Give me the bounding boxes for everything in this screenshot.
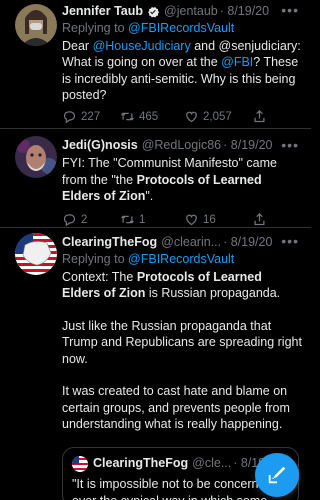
share-button[interactable]: [252, 109, 267, 124]
divider: [0, 128, 311, 129]
compose-icon: [268, 466, 286, 484]
reply-to-mention[interactable]: @FBIRecordsVault: [128, 21, 234, 35]
tweet-date: · 8/19/20: [219, 4, 270, 19]
retweet-icon: [121, 113, 134, 121]
retweet-icon: [121, 216, 134, 224]
mention-link[interactable]: @FBI: [221, 55, 253, 69]
reply-icon: [63, 111, 76, 124]
reply-context: Replying to @FBIRecordsVault: [62, 252, 235, 266]
like-button[interactable]: 16: [184, 212, 252, 229]
mention-link[interactable]: @HouseJudiciary: [93, 39, 191, 53]
reply-context: Replying to @FBIRecordsVault: [62, 21, 235, 35]
avatar[interactable]: [15, 136, 57, 178]
like-button[interactable]: 2,057: [184, 109, 252, 126]
reply-button[interactable]: 2: [62, 212, 120, 229]
verified-badge-icon: [148, 6, 160, 18]
tweet-header: Jennifer Taub @jentaub · 8/19/20: [62, 3, 303, 20]
tweet-header: ClearingTheFog @clearin... · 8/19/20: [62, 234, 303, 251]
share-icon: [254, 213, 265, 226]
author-name[interactable]: Jennifer Taub: [62, 3, 143, 20]
action-bar: 2 1 16: [62, 212, 303, 229]
more-icon[interactable]: •••: [281, 233, 299, 250]
tweet-text: FYI: The "Communist Manifesto" came from…: [62, 156, 277, 203]
share-button[interactable]: [252, 212, 267, 227]
author-name: ClearingTheFog: [93, 456, 189, 471]
author-handle[interactable]: @clearin...: [161, 234, 221, 251]
reply-to-mention[interactable]: @FBIRecordsVault: [128, 252, 234, 266]
reply-icon: [63, 214, 76, 227]
avatar: [72, 455, 88, 472]
reply-button[interactable]: 227: [62, 109, 120, 126]
avatar[interactable]: [15, 4, 57, 46]
tweet-date: · 8/19/20: [223, 235, 273, 250]
retweet-button[interactable]: 1: [120, 212, 184, 229]
more-icon[interactable]: •••: [281, 137, 299, 154]
more-icon[interactable]: •••: [281, 2, 299, 19]
share-icon: [254, 110, 265, 123]
compose-tweet-button[interactable]: [255, 453, 299, 497]
tweet-text: Context: The Protocols of Learned Elders…: [62, 269, 302, 432]
tweet-date: · 8/19/20: [223, 138, 273, 153]
divider: [0, 227, 311, 228]
tweet-text: Dear @HouseJudiciary and @senjudiciary: …: [62, 38, 301, 103]
action-bar: 227 465 2,057: [62, 109, 303, 126]
tweet-header: Jedi(G)nosis @RedLogic86 · 8/19/20: [62, 137, 303, 154]
avatar[interactable]: [15, 233, 57, 275]
author-handle[interactable]: @jentaub: [164, 3, 218, 20]
author-name[interactable]: Jedi(G)nosis: [62, 137, 138, 154]
heart-icon: [186, 214, 197, 226]
retweet-button[interactable]: 465: [120, 109, 184, 126]
author-name[interactable]: ClearingTheFog: [62, 234, 157, 251]
author-handle[interactable]: @RedLogic86: [142, 137, 221, 154]
author-handle: @cle...: [192, 456, 232, 471]
heart-icon: [186, 111, 197, 123]
